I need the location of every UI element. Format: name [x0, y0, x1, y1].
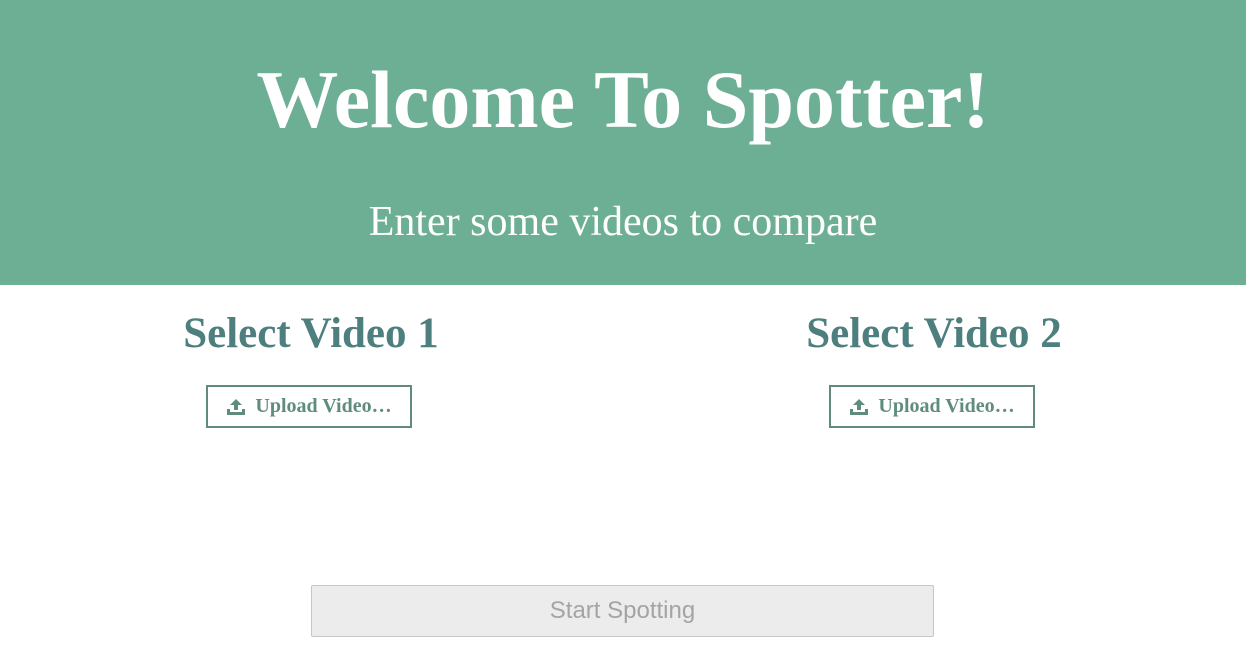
video-selector-2: Select Video 2 Upload Video… [734, 306, 1134, 428]
hero-banner: Welcome To Spotter! Enter some videos to… [0, 0, 1246, 285]
upload-icon [849, 398, 869, 416]
page-subtitle: Enter some videos to compare [368, 199, 878, 245]
start-spotting-button[interactable]: Start Spotting [311, 585, 934, 637]
page-title: Welcome To Spotter! [256, 54, 990, 145]
video-selector-1: Select Video 1 Upload Video… [111, 306, 511, 428]
video-1-heading: Select Video 1 [183, 310, 439, 357]
upload-icon [226, 398, 246, 416]
upload-video-2-label: Upload Video… [878, 395, 1015, 417]
upload-video-1-button[interactable]: Upload Video… [206, 385, 412, 428]
upload-video-2-button[interactable]: Upload Video… [829, 385, 1035, 428]
upload-video-1-label: Upload Video… [255, 395, 392, 417]
video-2-heading: Select Video 2 [806, 310, 1062, 357]
